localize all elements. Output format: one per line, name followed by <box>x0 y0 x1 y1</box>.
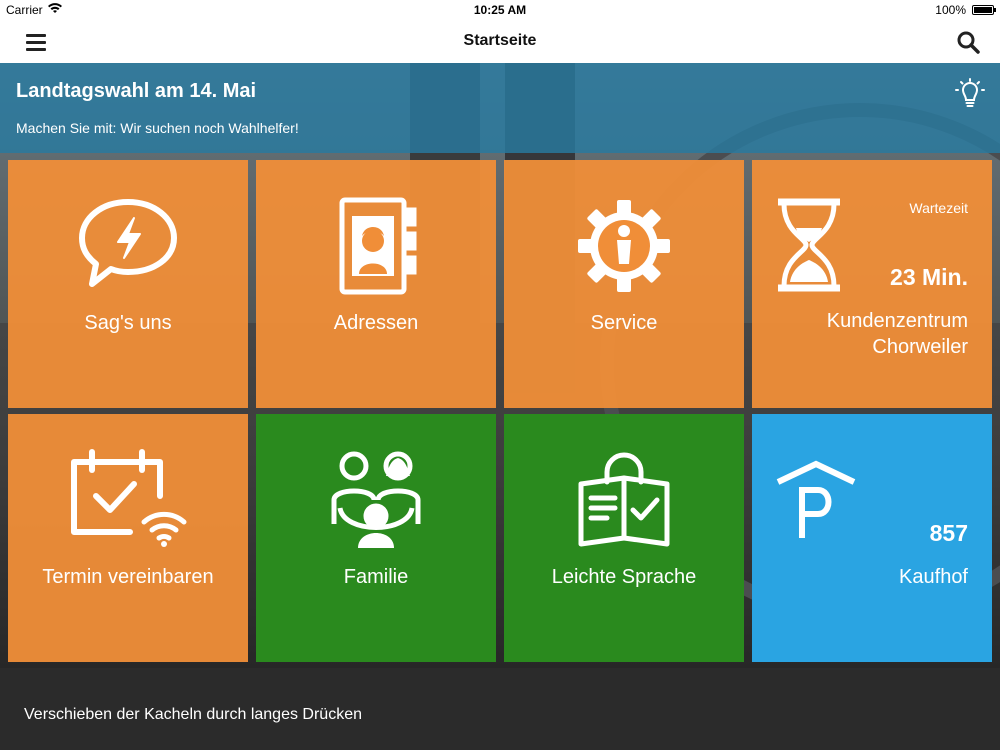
tile-label: Leichte Sprache <box>551 566 697 588</box>
tile-termin-vereinbaren[interactable]: Termin vereinbaren <box>8 414 248 662</box>
news-banner[interactable]: Landtagswahl am 14. Mai Machen Sie mit: … <box>0 63 1000 153</box>
tile-leichte-sprache[interactable]: Leichte Sprache <box>504 414 744 662</box>
banner-subtitle: Machen Sie mit: Wir suchen noch Wahlhelf… <box>16 120 299 136</box>
tile-label: Kaufhof <box>899 566 968 588</box>
tile-label: Service <box>590 312 658 334</box>
tile-label: Familie <box>343 566 409 588</box>
hourglass-icon <box>776 198 842 297</box>
tile-sags-uns[interactable]: Sag's uns <box>8 160 248 408</box>
tile-adressen[interactable]: Adressen <box>256 160 496 408</box>
tile-label: Kundenzentrum Chorweiler <box>752 308 968 360</box>
tile-label: Adressen <box>333 312 419 334</box>
footer: Verschieben der Kacheln durch langes Drü… <box>0 668 1000 750</box>
gear-person-icon <box>504 196 744 296</box>
address-book-icon <box>256 196 496 296</box>
lightbulb-icon <box>954 78 986 110</box>
status-bar: Carrier 10:25 AM 100% <box>0 0 1000 20</box>
battery-percent: 100% <box>935 3 966 17</box>
tile-familie[interactable]: Familie <box>256 414 496 662</box>
calendar-check-wifi-icon <box>8 448 248 548</box>
rearrange-hint: Verschieben der Kacheln durch langes Drü… <box>24 706 362 723</box>
speech-bubble-lightning-icon <box>8 196 248 296</box>
tile-kundenzentrum-chorweiler[interactable]: Wartezeit 23 Min. Kundenzentrum Chorweil… <box>752 160 992 408</box>
navigation-bar: Startseite <box>0 20 1000 63</box>
clock: 10:25 AM <box>473 3 527 17</box>
family-icon <box>256 448 496 548</box>
battery-icon <box>972 5 996 15</box>
waiting-time-value: 23 Min. <box>890 264 968 290</box>
parking-spaces-count: 857 <box>929 520 968 546</box>
tile-label-line2: Chorweiler <box>872 336 968 358</box>
search-icon[interactable] <box>956 30 980 54</box>
tile-service[interactable]: Service <box>504 160 744 408</box>
banner-title: Landtagswahl am 14. Mai <box>16 80 257 102</box>
page-title: Startseite <box>463 32 537 49</box>
tile-kaufhof-parking[interactable]: 857 Kaufhof <box>752 414 992 662</box>
tile-label: Sag's uns <box>84 312 172 334</box>
open-book-check-icon <box>504 452 744 552</box>
waiting-time-caption: Wartezeit <box>909 200 968 216</box>
parking-icon <box>776 460 856 545</box>
tile-label: Termin vereinbaren <box>42 566 214 588</box>
tile-label-line1: Kundenzentrum <box>826 310 968 332</box>
